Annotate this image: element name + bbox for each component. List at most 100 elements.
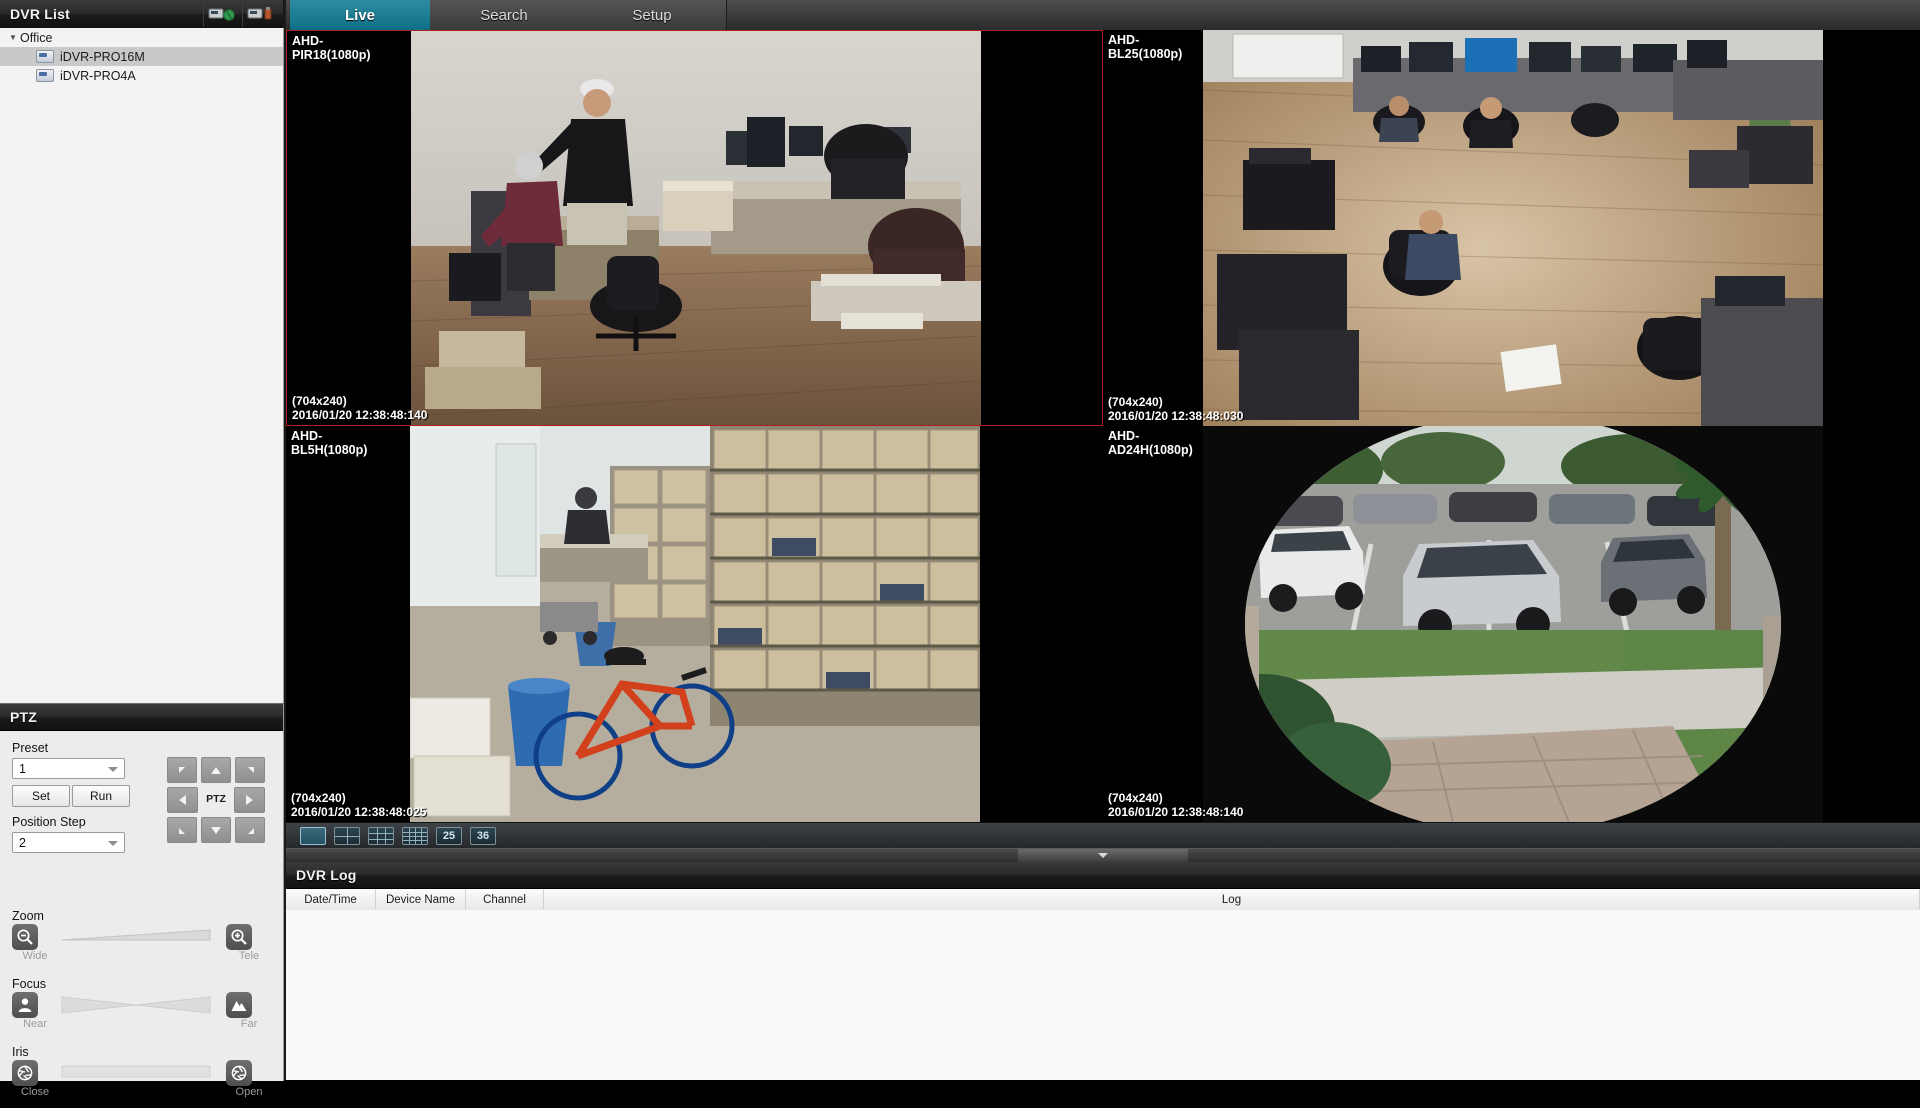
ptz-focus-control: Focus Near Far [12,977,272,1030]
camera-cell-2[interactable]: AHD- BL25(1080p) (704x240) 2016/01/20 12:3… [1103,30,1920,426]
live-video-grid: AHD- PIR18(1080p) (704x240) 2016/01/20 12:… [286,30,1920,822]
preset-value: 1 [19,761,26,776]
log-splitter[interactable] [286,848,1920,863]
iris-slider[interactable] [60,1060,224,1086]
ptz-zoom-control: Zoom Wide Tele [12,909,272,962]
column-datetime[interactable]: Date/Time [286,889,376,911]
camera-timestamp-2: (704x240) 2016/01/20 12:38:48:030 [1108,395,1244,423]
dvr-list-header: DVR List [0,0,283,29]
tab-search[interactable]: Search [430,0,579,30]
ptz-panel: PTZ Preset 1 Set Run Position Step 2 PTZ… [0,703,284,1098]
camera-cell-4[interactable]: AHD- AD24H(1080p) (704x240) 2016/01/20 12:… [1103,426,1920,822]
ptz-down-right-button[interactable] [235,817,265,843]
disconnect-dvr-icon[interactable] [242,1,279,27]
sidebar-item-idvr-pro16m[interactable]: iDVR-PRO16M [0,47,283,66]
dvr-log-table-header: Date/Time Device Name Channel Log [286,889,1920,912]
layout-1-button[interactable] [300,827,326,845]
chevron-down-icon[interactable]: ▼ [6,28,20,47]
iris-close-icon[interactable] [12,1060,38,1086]
position-step-value: 2 [19,835,26,850]
ptz-pad-label: PTZ [206,793,226,805]
camera-cell-1[interactable]: AHD- PIR18(1080p) (704x240) 2016/01/20 12:… [286,30,1103,426]
focus-min-label: Near [23,1018,47,1030]
ptz-right-button[interactable] [234,787,266,813]
ptz-body: Preset 1 Set Run Position Step 2 PTZ Zoo… [0,731,283,1108]
dvr-list-title: DVR List [10,6,70,22]
zoom-in-icon[interactable] [226,924,252,950]
iris-max-label: Open [235,1086,263,1098]
ptz-down-left-button[interactable] [167,817,197,843]
tree-group-office[interactable]: ▼ Office [0,28,283,47]
camera-timestamp-4: (704x240) 2016/01/20 12:38:48:140 [1108,791,1244,819]
iris-open-icon[interactable] [226,1060,252,1086]
camera-video-1 [410,31,982,425]
dvr-log-header: DVR Log [286,862,1920,889]
dvr-device-icon [36,69,54,82]
person-near-icon[interactable] [12,992,38,1018]
ptz-iris-control: Iris Close Open [12,1045,272,1098]
ptz-up-left-button[interactable] [167,757,197,783]
dvr-list-header-actions [203,0,279,28]
ptz-title: PTZ [10,709,38,725]
chevron-down-icon [108,766,118,772]
focus-slider[interactable] [60,992,224,1018]
iris-min-label: Close [20,1086,50,1098]
layout-toolbar: 25 36 [286,822,1920,849]
ptz-up-right-button[interactable] [235,757,265,783]
chevron-down-icon [1098,853,1108,858]
dvr-device-icon [36,50,54,63]
dvr-log-title: DVR Log [296,867,357,883]
camera-timestamp-1: (704x240) 2016/01/20 12:38:48:140 [292,394,428,422]
preset-run-button[interactable]: Run [72,785,130,807]
tab-live[interactable]: Live [290,0,431,30]
splitter-grip[interactable] [1018,849,1188,862]
tree-item-label: iDVR-PRO16M [60,49,145,64]
mountain-far-icon[interactable] [226,992,252,1018]
column-channel[interactable]: Channel [466,889,544,911]
layout-4-button[interactable] [334,827,360,845]
camera-video-4 [1203,426,1823,822]
dvr-log-rows [286,910,1920,1080]
layout-16-button[interactable] [402,827,428,845]
column-log[interactable]: Log [544,889,1920,911]
position-step-select[interactable]: 2 [12,832,125,853]
tree-group-label: Office [20,30,53,45]
layout-36-button[interactable]: 36 [470,827,496,845]
camera-cell-3[interactable]: AHD- BL5H(1080p) (704x240) 2016/01/20 12:3… [286,426,1103,822]
preset-set-button[interactable]: Set [12,785,70,807]
zoom-out-icon[interactable] [12,924,38,950]
connect-dvr-icon[interactable] [203,1,240,27]
dvr-tree[interactable]: ▼ Office iDVR-PRO16M iDVR-PRO4A [0,28,284,703]
zoom-max-label: Tele [238,950,260,962]
iris-title: Iris [12,1045,29,1059]
ptz-down-button[interactable] [201,817,231,843]
ptz-direction-pad: PTZ [167,757,266,847]
ptz-header: PTZ [0,704,283,731]
camera-label-1: AHD- PIR18(1080p) [292,34,371,62]
camera-label-4: AHD- AD24H(1080p) [1108,429,1193,457]
layout-25-button[interactable]: 25 [436,827,462,845]
camera-timestamp-3: (704x240) 2016/01/20 12:38:48:025 [291,791,427,819]
tab-setup[interactable]: Setup [578,0,727,30]
layout-9-button[interactable] [368,827,394,845]
camera-label-3: AHD- BL5H(1080p) [291,429,368,457]
ptz-up-button[interactable] [201,757,231,783]
column-device-name[interactable]: Device Name [376,889,466,911]
dvr-client-window: DVR List ▼ Office iDVR-PRO16M iDVR-PRO4A… [0,0,1920,1098]
zoom-title: Zoom [12,909,44,923]
chevron-down-icon [108,840,118,846]
left-panel: DVR List ▼ Office iDVR-PRO16M iDVR-PRO4A… [0,0,284,1098]
camera-video-2 [1202,30,1824,426]
focus-title: Focus [12,977,47,991]
tree-item-label: iDVR-PRO4A [60,68,136,83]
preset-label: Preset [12,741,49,755]
preset-select[interactable]: 1 [12,758,125,779]
zoom-slider[interactable] [60,924,224,950]
dvr-log-panel: DVR Log Date/Time Device Name Channel Lo… [286,862,1920,1080]
ptz-left-button[interactable] [167,787,198,813]
focus-max-label: Far [240,1018,258,1030]
zoom-min-label: Wide [22,950,48,962]
camera-label-2: AHD- BL25(1080p) [1108,33,1183,61]
main-tab-bar: Live Search Setup [286,0,1920,30]
sidebar-item-idvr-pro4a[interactable]: iDVR-PRO4A [0,66,283,85]
